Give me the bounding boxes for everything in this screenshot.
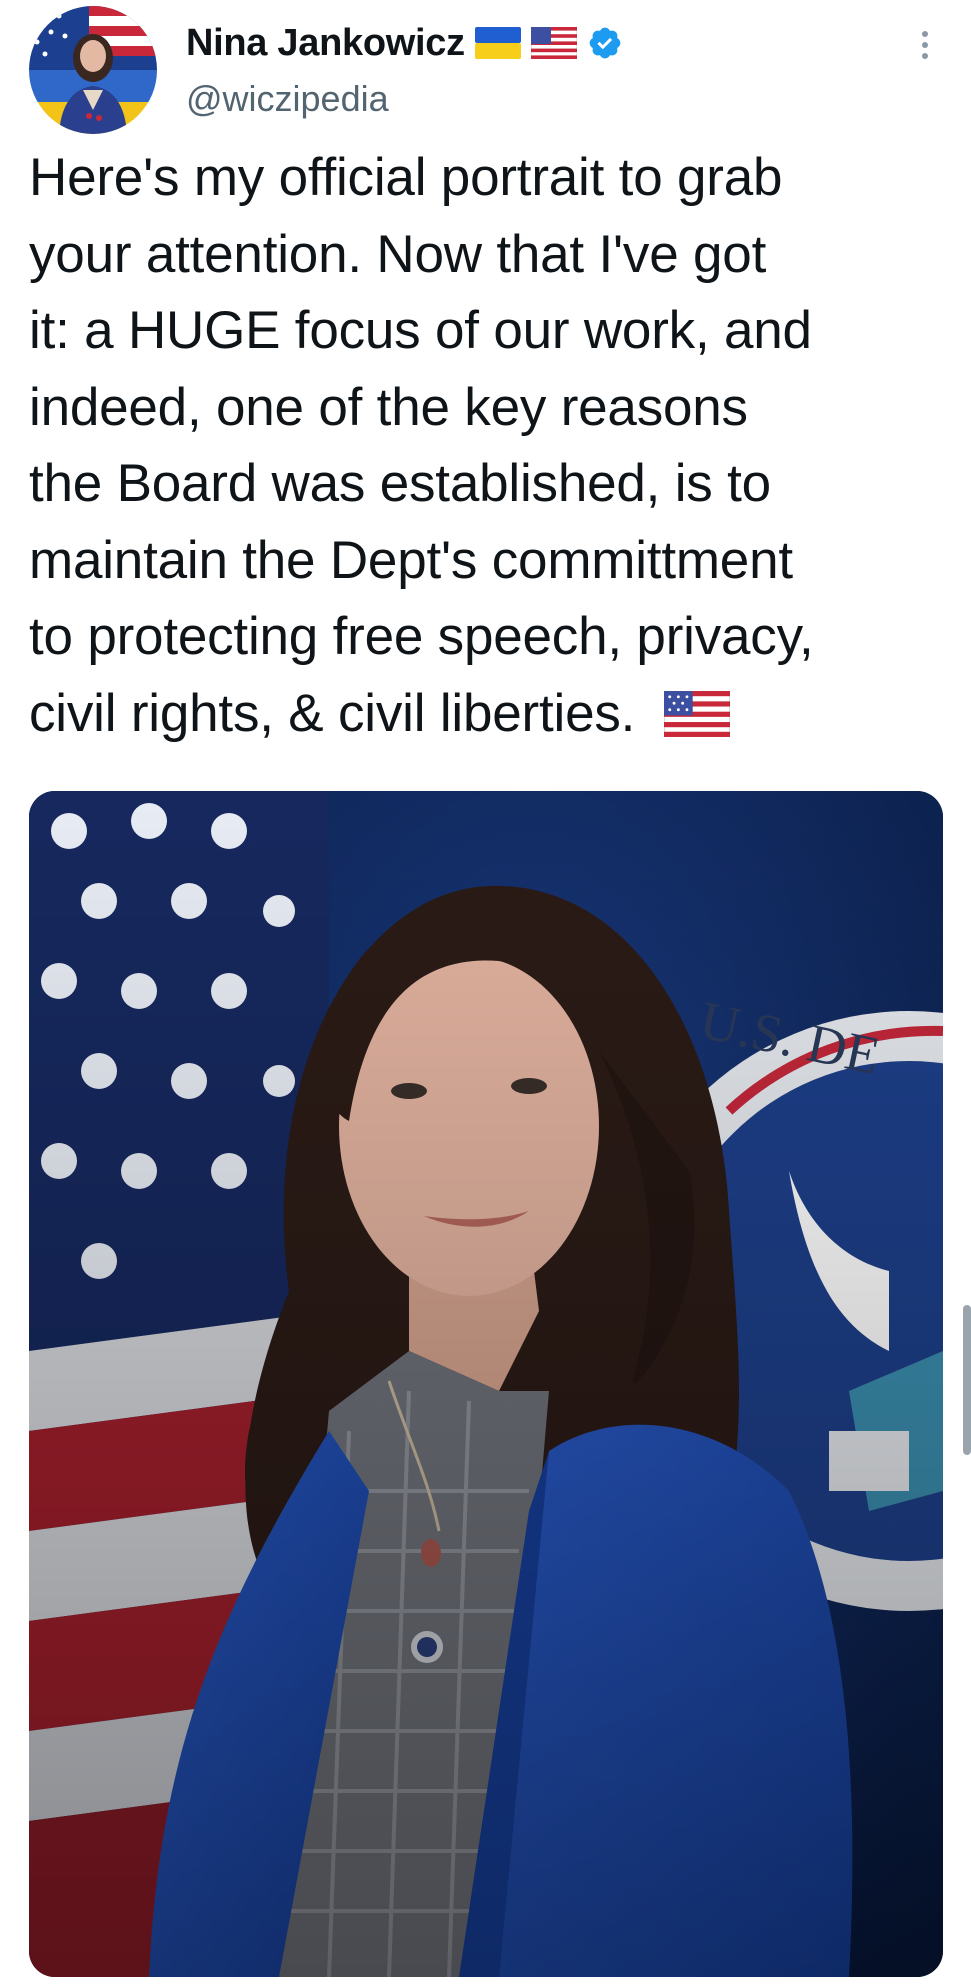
tweet-photo[interactable]: U.S. DE (29, 791, 943, 1977)
more-options-button[interactable] (906, 26, 944, 64)
tweet-text-line: to protecting free speech, privacy, (29, 607, 814, 666)
more-dot-icon (922, 53, 928, 59)
tweet-text-last: civil rights, & civil liberties. (29, 683, 636, 743)
scrollbar-thumb[interactable] (963, 1305, 971, 1455)
display-name-row: Nina Jankowicz (186, 18, 623, 68)
tweet-text: Here's my official portrait to grab your… (29, 140, 954, 752)
avatar[interactable] (29, 6, 157, 134)
tweet-text-line: civil rights, & civil liberties. (29, 676, 954, 753)
user-handle[interactable]: @wiczipedia (186, 78, 389, 120)
tweet-text-line: the Board was established, is to (29, 454, 771, 513)
more-dot-icon (922, 42, 928, 48)
tweet-text-line: maintain the Dept's committment (29, 530, 793, 590)
display-name[interactable]: Nina Jankowicz (186, 22, 465, 65)
portrait-photo: U.S. DE (29, 791, 943, 1977)
tweet-text-line: your attention. Now that I've got (29, 224, 767, 284)
more-dot-icon (922, 31, 928, 37)
ukraine-flag-icon (474, 27, 521, 59)
verified-badge-icon (589, 27, 621, 59)
us-flag-icon (663, 689, 731, 738)
tweet-text-line: it: a HUGE focus of our work, and (29, 301, 812, 360)
us-flag-icon (530, 27, 577, 59)
avatar-image (29, 6, 157, 134)
tweet-text-line: indeed, one of the key reasons (29, 377, 748, 437)
tweet-card: Nina Jankowicz @wiczipedia Here's my off… (0, 0, 971, 1987)
tweet-text-line: Here's my official portrait to grab (29, 148, 783, 207)
